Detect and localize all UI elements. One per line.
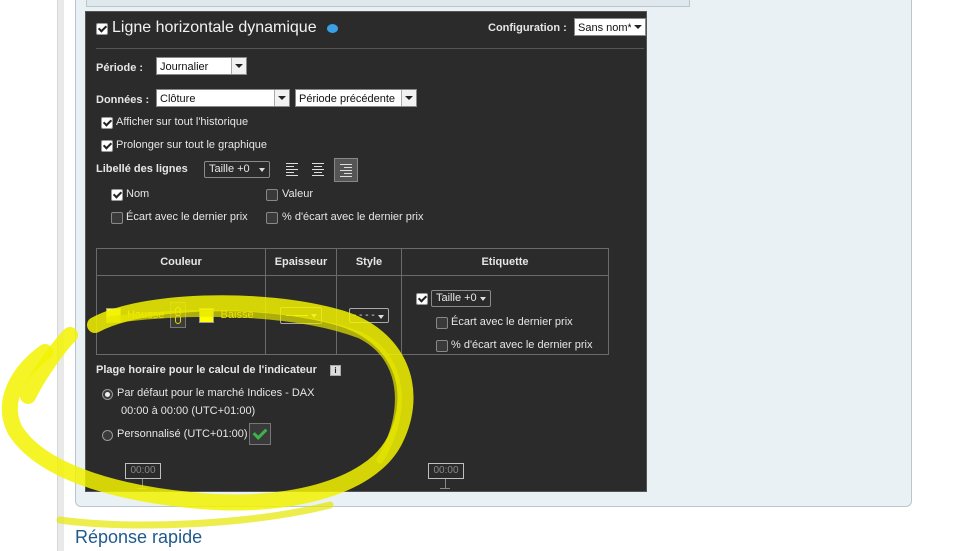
- highlighter-annotation: [1, 295, 414, 529]
- scribble-inner-stroke: [106, 309, 402, 464]
